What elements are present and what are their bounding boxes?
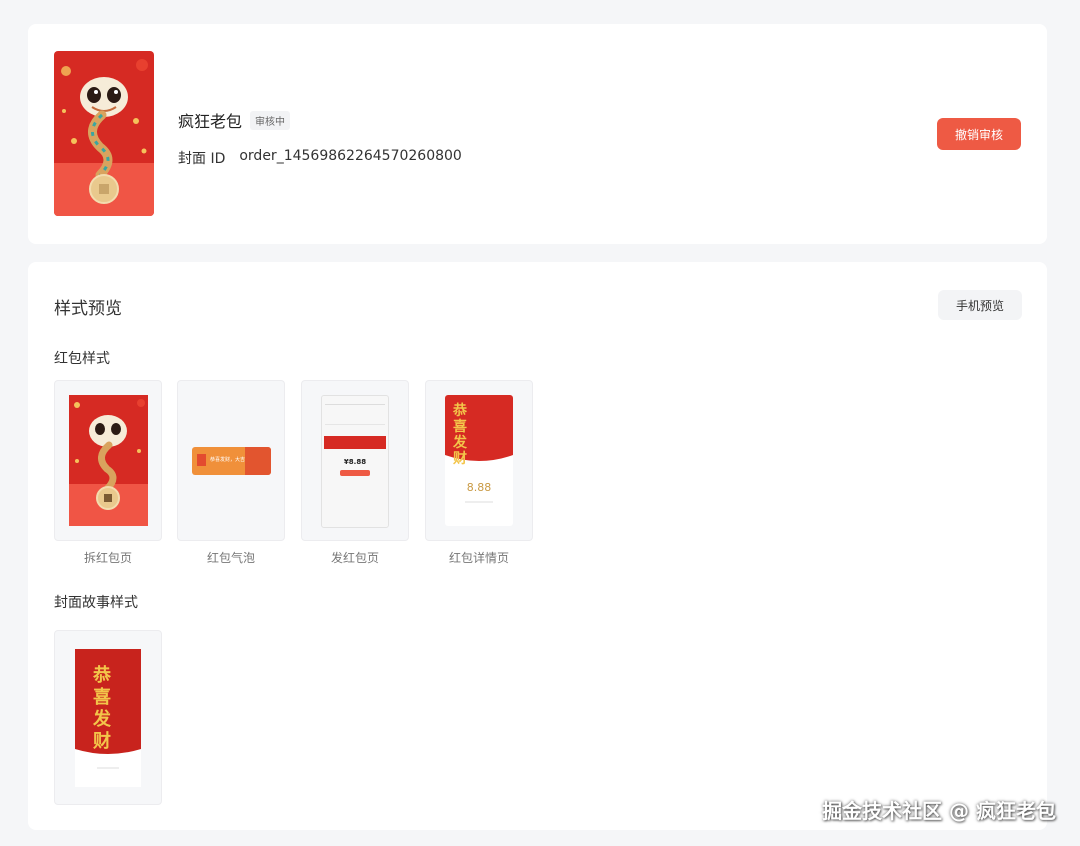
- style-item-send-envelope[interactable]: ¥8.88 发红包页: [301, 380, 409, 566]
- cover-id-value: order_14569862264570260800: [239, 148, 462, 164]
- phone-preview-button[interactable]: 手机预览: [938, 290, 1022, 320]
- detail-amount: 8.88: [466, 481, 492, 494]
- style-item-open-envelope[interactable]: 拆红包页: [54, 380, 162, 566]
- divider: [465, 501, 493, 503]
- cover-thumbnail: [54, 51, 154, 216]
- style-frame: 恭喜发财 8.88: [425, 380, 533, 541]
- style-label: 发红包页: [330, 551, 379, 565]
- cover-info: 疯狂老包 审核中 封面 ID order_1456986226457026080…: [178, 108, 462, 168]
- open-envelope-preview-image: [69, 395, 148, 526]
- divider: [325, 404, 385, 405]
- envelope-icon: [197, 454, 206, 466]
- style-preview-card: 样式预览 手机预览 红包样式 拆红包页 恭喜发财，大吉大利 红包气泡 ¥8.88…: [28, 262, 1047, 830]
- cover-card: 疯狂老包 审核中 封面 ID order_1456986226457026080…: [28, 24, 1047, 244]
- cover-name-row: 疯狂老包 审核中: [178, 108, 462, 132]
- style-item-envelope-bubble[interactable]: 恭喜发财，大吉大利 红包气泡: [177, 380, 285, 566]
- style-frame: 恭喜发财: [54, 630, 162, 805]
- style-label: 红包气泡: [206, 551, 255, 565]
- cover-name: 疯狂老包: [178, 112, 243, 131]
- cover-id-label: 封面 ID: [178, 151, 226, 167]
- story-mock: 恭喜发财: [75, 649, 141, 787]
- divider: [325, 424, 385, 425]
- status-badge: 审核中: [250, 110, 291, 130]
- cancel-review-button[interactable]: 撤销审核: [937, 118, 1021, 150]
- style-label: 红包详情页: [448, 551, 509, 565]
- detail-mock: 恭喜发财 8.88: [445, 395, 513, 526]
- cover-id-row: 封面 ID order_14569862264570260800: [178, 148, 462, 168]
- story-banner-text: 恭喜发财: [93, 665, 111, 752]
- style-frame: 恭喜发财，大吉大利: [177, 380, 285, 541]
- style-item-envelope-detail[interactable]: 恭喜发财 8.88 红包详情页: [425, 380, 533, 566]
- cover-banner: [324, 436, 386, 449]
- snake-envelope-image: [54, 51, 154, 216]
- style-frame: [54, 380, 162, 541]
- section-title: 样式预览: [54, 299, 122, 319]
- watermark: 掘金技术社区 @ 疯狂老包: [822, 799, 1056, 823]
- story-group-title: 封面故事样式: [54, 595, 138, 611]
- amount-text: ¥8.88: [343, 458, 367, 466]
- send-button-mock: [340, 470, 370, 476]
- style-frame: ¥8.88: [301, 380, 409, 541]
- phone-mock: ¥8.88: [321, 395, 389, 528]
- divider: [97, 767, 119, 769]
- style-item-cover-story[interactable]: 恭喜发财: [54, 630, 162, 805]
- bubble-preview: 恭喜发财，大吉大利: [192, 447, 271, 475]
- bubble-art: [245, 447, 271, 475]
- banner-text: 恭喜发财: [453, 403, 467, 467]
- style-label: 拆红包页: [83, 551, 132, 565]
- envelope-group-title: 红包样式: [54, 351, 110, 367]
